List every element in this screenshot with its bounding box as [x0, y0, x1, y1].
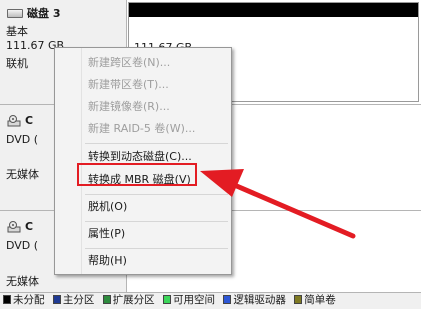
legend-item-simple-volume: 简单卷: [294, 293, 336, 308]
legend-item-free-space: 可用空间: [163, 293, 215, 308]
legend-label: 扩展分区: [112, 294, 155, 306]
legend-swatch: [52, 295, 61, 304]
legend-label: 可用空间: [173, 294, 216, 306]
legend-item-primary: 主分区: [52, 293, 95, 308]
annotation-arrow: [200, 169, 356, 239]
legend-swatch: [294, 295, 303, 304]
legend-label: 主分区: [62, 294, 95, 306]
legend-swatch: [163, 295, 172, 304]
legend-swatch: [102, 295, 111, 304]
legend-label: 简单卷: [304, 294, 336, 306]
legend-bar: 未分配 主分区 扩展分区 可用空间 逻辑驱动器 简单卷: [0, 292, 421, 309]
legend-item-extended: 扩展分区: [102, 293, 155, 308]
legend-swatch: [223, 295, 232, 304]
legend-label: 未分配: [13, 294, 45, 306]
legend-item-logical-drive: 逻辑驱动器: [223, 293, 286, 308]
legend-swatch: [3, 295, 11, 304]
legend-label: 逻辑驱动器: [233, 294, 286, 306]
legend-item-unallocated: 未分配: [3, 293, 45, 308]
